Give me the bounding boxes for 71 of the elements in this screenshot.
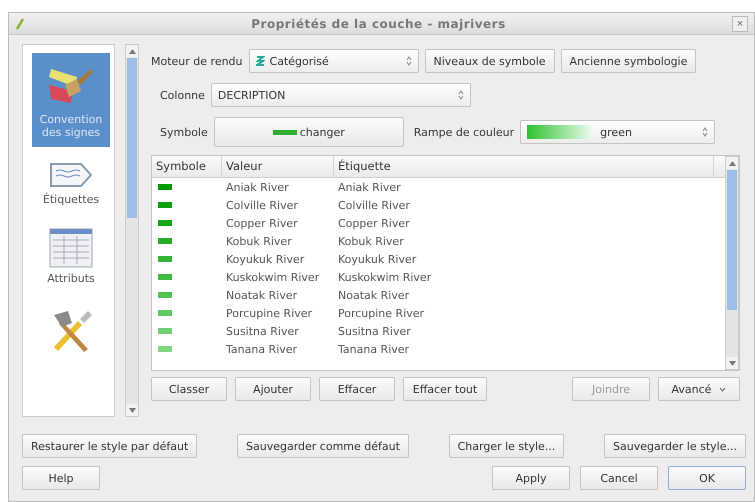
table-action-button[interactable]: Classer [151,377,227,401]
sidebar-item[interactable]: Étiquettes [32,151,110,214]
table-cell-text: Aniak River [225,180,290,194]
table-cell-text: Noatak River [225,288,298,302]
table-cell-text: Noatak River [337,288,410,302]
table-cell-text: Susitna River [337,324,412,338]
table-cell-text: Koyukuk River [337,252,418,266]
table-cell-text: Copper River [337,216,411,230]
table-cell-text: Kobuk River [225,234,293,248]
table-cell-text: Kobuk River [337,234,405,248]
renderer-value: Catégorisé [270,54,329,68]
style-button[interactable]: Sauvegarder le style... [604,434,746,458]
table-cell-text: Koyukuk River [225,252,306,266]
color-ramp-value: green [600,126,632,138]
column-value: DECRIPTION [218,88,286,102]
table-cell-text: Susitna River [225,324,300,338]
chevron-down-icon [719,386,726,392]
close-button[interactable]: × [732,16,748,32]
renderer-label: Moteur de rendu [151,54,243,68]
column-label: Colonne [160,88,205,102]
dialog-button[interactable]: Help [22,466,100,490]
symbol-change-button[interactable]: changer [214,117,404,147]
style-button[interactable]: Charger le style... [448,434,564,458]
advanced-dropdown-button[interactable]: Avancé [658,377,740,401]
pencil-icon [15,18,25,30]
sidebar-item-label: Étiquettes [42,193,100,206]
up-arrow-icon [728,160,736,166]
table-cell-text: Aniak River [337,180,402,194]
table-cell-text: Copper River [225,216,299,230]
symbol-label: Symbole [160,126,208,138]
column-dropdown[interactable]: DECRIPTION [210,83,471,107]
table-cell-text: Kuskokwim River [337,270,432,284]
scrollbar[interactable] [125,44,139,417]
categorized-icon [256,55,265,67]
table-cell-text: Tanana River [337,342,410,356]
table-action-button[interactable]: Effacer [319,377,395,401]
up-down-arrows-icon [406,56,412,66]
gradient-swatch [527,125,592,139]
sidebar-item[interactable]: Attributs [32,218,110,293]
table-cell-text: Porcupine River [225,306,314,320]
toolbar-button[interactable]: Niveaux de symbole [424,49,555,73]
dialog-button[interactable]: Cancel [580,466,658,490]
up-down-arrows-icon [458,90,464,100]
table-action-button[interactable]: Effacer tout [403,377,487,401]
sidebar-item-label: Convention des signes [38,113,104,139]
down-arrow-icon [128,408,136,412]
renderer-dropdown[interactable]: Catégorisé [248,49,419,73]
up-down-arrows-icon [702,127,708,137]
table-scrollbar[interactable] [725,156,739,370]
dialog-button[interactable]: Apply [492,466,570,490]
column-header[interactable]: Valeur [222,156,334,177]
toolbar-button[interactable]: Ancienne symbologie [560,49,696,73]
column-header[interactable]: Étiquette [334,156,714,177]
table-cell-text: Colville River [225,198,299,212]
tag-icon [49,161,93,189]
column-header[interactable]: Symbole [152,156,222,177]
down-arrow-icon [728,360,736,366]
style-button[interactable]: Restaurer le style par défaut [22,434,198,458]
style-button[interactable]: Sauvegarder comme défaut [237,434,409,458]
table-cell-text: Porcupine River [337,306,426,320]
up-arrow-icon [128,48,136,54]
table-icon [49,228,93,268]
dialog-button[interactable]: OK [668,466,746,490]
table-action-button[interactable]: Ajouter [235,377,311,401]
color-ramp-label: Rampe de couleur [414,126,514,138]
window-title: Propriétés de la couche - majrivers [250,16,507,30]
table-cell-text: Kuskokwim River [225,270,320,284]
table-cell-text: Tanana River [225,342,298,356]
table-cell-text: Colville River [337,198,411,212]
color-ramp-dropdown[interactable]: green [520,120,716,144]
sidebar-item-label: Attributs [47,272,95,285]
